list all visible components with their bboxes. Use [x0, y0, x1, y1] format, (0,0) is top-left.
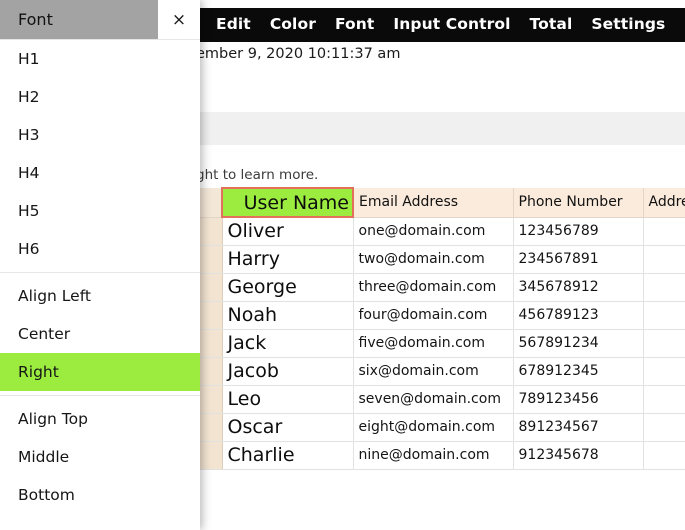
menu-settings[interactable]: Settings — [591, 17, 665, 33]
table-row[interactable]: Leo seven@domain.com 789123456 — [200, 385, 685, 414]
cell-addr[interactable] — [643, 385, 685, 414]
column-header-phone[interactable]: Phone Number — [513, 188, 644, 218]
panel-header: Font × — [0, 0, 200, 40]
row-header-cell[interactable] — [200, 385, 223, 414]
table-row[interactable]: Harry two@domain.com 234567891 — [200, 245, 685, 274]
menu-total[interactable]: Total — [530, 17, 573, 33]
cell-phone[interactable]: 345678912 — [513, 273, 644, 302]
menu-color[interactable]: Color — [270, 17, 316, 33]
menu-item-font-h4[interactable]: H4 — [0, 154, 200, 192]
menu-edit[interactable]: Edit — [216, 17, 251, 33]
row-header-cell[interactable] — [200, 441, 223, 470]
cell-name[interactable]: George — [222, 273, 354, 302]
cell-email[interactable]: two@domain.com — [353, 245, 514, 274]
cell-name[interactable]: Harry — [222, 245, 354, 274]
cell-name[interactable]: Noah — [222, 301, 354, 330]
menu-divider — [0, 272, 200, 273]
panel-title: Font — [0, 0, 158, 39]
menu-item-align-middle[interactable]: Middle — [0, 438, 200, 476]
cell-phone[interactable]: 567891234 — [513, 329, 644, 358]
menu-item-font-h3[interactable]: H3 — [0, 116, 200, 154]
menu-item-font-h1[interactable]: H1 — [0, 40, 200, 78]
row-header-cell[interactable] — [200, 329, 223, 358]
cell-addr[interactable] — [643, 245, 685, 274]
cell-name[interactable]: Oscar — [222, 413, 354, 442]
table-head: User NameEmail AddressPhone NumberAddre — [200, 187, 685, 218]
menu-item-align-top[interactable]: Align Top — [0, 400, 200, 438]
cell-phone[interactable]: 789123456 — [513, 385, 644, 414]
table-row[interactable]: Oliver one@domain.com 123456789 — [200, 217, 685, 246]
cell-addr[interactable] — [643, 217, 685, 246]
cell-email[interactable]: seven@domain.com — [353, 385, 514, 414]
column-header-addr[interactable]: Addre — [643, 188, 685, 218]
cell-email[interactable]: nine@domain.com — [353, 441, 514, 470]
menu-item-font-h6[interactable]: H6 — [0, 230, 200, 268]
menu-item-font-h2[interactable]: H2 — [0, 78, 200, 116]
cell-email[interactable]: one@domain.com — [353, 217, 514, 246]
data-table: User NameEmail AddressPhone NumberAddre … — [200, 187, 685, 470]
learn-more-text: ght to learn more. — [196, 167, 319, 183]
menu-input-control[interactable]: Input Control — [393, 17, 510, 33]
cell-name[interactable]: Jack — [222, 329, 354, 358]
cell-name[interactable]: Jacob — [222, 357, 354, 386]
table-row[interactable]: George three@domain.com 345678912 — [200, 273, 685, 302]
cell-phone[interactable]: 234567891 — [513, 245, 644, 274]
column-header-email[interactable]: Email Address — [353, 188, 514, 218]
table-row[interactable]: Noah four@domain.com 456789123 — [200, 301, 685, 330]
app-root: Edit Color Font Input Control Total Settings U… — [0, 0, 685, 530]
cell-phone[interactable]: 891234567 — [513, 413, 644, 442]
close-icon[interactable]: × — [158, 0, 200, 39]
table-row[interactable]: Charlie nine@domain.com 912345678 — [200, 441, 685, 470]
table-header-row: User NameEmail AddressPhone NumberAddre — [200, 187, 685, 218]
cell-addr[interactable] — [643, 273, 685, 302]
table-corner-cell[interactable] — [200, 188, 223, 218]
row-header-cell[interactable] — [200, 413, 223, 442]
cell-phone[interactable]: 123456789 — [513, 217, 644, 246]
cell-addr[interactable] — [643, 301, 685, 330]
table-row[interactable]: Jack five@domain.com 567891234 — [200, 329, 685, 358]
row-header-cell[interactable] — [200, 245, 223, 274]
menu-item-align-left[interactable]: Align Left — [0, 277, 200, 315]
cell-email[interactable]: five@domain.com — [353, 329, 514, 358]
menu-item-align-right[interactable]: Right — [0, 353, 200, 391]
menu-item-font-h5[interactable]: H5 — [0, 192, 200, 230]
datestamp-text: ember 9, 2020 10:11:37 am — [196, 46, 401, 62]
gray-band — [196, 112, 685, 145]
menu-item-align-bottom[interactable]: Bottom — [0, 476, 200, 514]
menu-divider — [0, 395, 200, 396]
cell-addr[interactable] — [643, 413, 685, 442]
font-dropdown-panel: Font × H1 H2 H3 H4 H5 H6 Align Left Center Right… — [0, 0, 200, 530]
cell-name[interactable]: Leo — [222, 385, 354, 414]
row-header-cell[interactable] — [200, 273, 223, 302]
cell-name[interactable]: Oliver — [222, 217, 354, 246]
cell-email[interactable]: four@domain.com — [353, 301, 514, 330]
cell-email[interactable]: eight@domain.com — [353, 413, 514, 442]
menu-font[interactable]: Font — [335, 17, 374, 33]
cell-phone[interactable]: 456789123 — [513, 301, 644, 330]
row-header-cell[interactable] — [200, 357, 223, 386]
cell-email[interactable]: three@domain.com — [353, 273, 514, 302]
cell-addr[interactable] — [643, 329, 685, 358]
table-row[interactable]: Oscar eight@domain.com 891234567 — [200, 413, 685, 442]
menu-item-align-center[interactable]: Center — [0, 315, 200, 353]
row-header-cell[interactable] — [200, 301, 223, 330]
table-row[interactable]: Jacob six@domain.com 678912345 — [200, 357, 685, 386]
panel-menu-list: H1 H2 H3 H4 H5 H6 Align Left Center Right Align T… — [0, 40, 200, 514]
cell-phone[interactable]: 912345678 — [513, 441, 644, 470]
cell-phone[interactable]: 678912345 — [513, 357, 644, 386]
cell-addr[interactable] — [643, 357, 685, 386]
cell-name[interactable]: Charlie — [222, 441, 354, 470]
cell-addr[interactable] — [643, 441, 685, 470]
column-header-name[interactable]: User Name — [221, 187, 354, 218]
cell-email[interactable]: six@domain.com — [353, 357, 514, 386]
row-header-cell[interactable] — [200, 217, 223, 246]
table-body: Oliver one@domain.com 123456789 Harry two@do… — [200, 217, 685, 470]
